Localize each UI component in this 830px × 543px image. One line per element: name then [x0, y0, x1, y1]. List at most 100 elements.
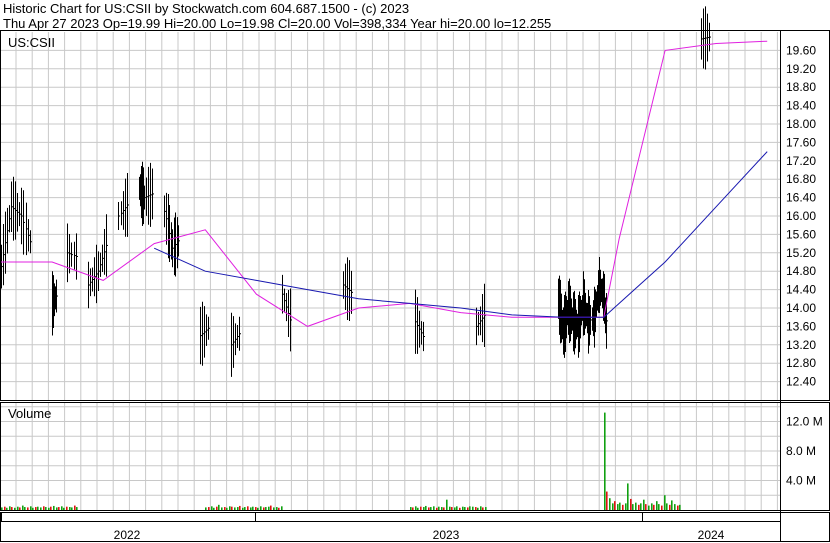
- volume-bar: [674, 504, 676, 510]
- volume-bar: [265, 507, 267, 510]
- volume-bar: [226, 507, 228, 510]
- volume-bar: [467, 507, 469, 510]
- volume-bar: [679, 504, 681, 510]
- volume-bar: [635, 502, 637, 510]
- volume-bar: [11, 507, 13, 510]
- volume-bar: [234, 507, 236, 510]
- volume-bar: [252, 506, 254, 510]
- price-tick-label: 13.20: [786, 338, 816, 352]
- volume-bar: [627, 483, 629, 510]
- volume-bar: [237, 507, 239, 510]
- price-tick-label: 18.40: [786, 99, 816, 113]
- volume-bar: [428, 507, 430, 510]
- volume-bar: [480, 506, 482, 510]
- volume-bar: [58, 507, 60, 510]
- volume-bar: [35, 507, 37, 510]
- volume-bar: [622, 504, 624, 510]
- volume-bar: [19, 507, 21, 510]
- volume-bar: [456, 506, 458, 510]
- volume-bar: [648, 505, 650, 510]
- volume-bar: [24, 507, 26, 510]
- volume-bar: [446, 499, 448, 510]
- volume-bar: [477, 507, 479, 510]
- volume-bar: [433, 506, 435, 510]
- volume-bar: [1, 507, 3, 510]
- volume-bar: [412, 507, 414, 510]
- stock-chart: US:CSII Volume 12.40 12.80 13.20 13.60 14.00…: [0, 6, 830, 542]
- volume-bar: [239, 505, 241, 510]
- volume-bar: [45, 507, 47, 510]
- volume-bar: [37, 506, 39, 510]
- chart-frame: [0, 30, 830, 542]
- volume-bar: [423, 507, 425, 510]
- volume-bar: [436, 507, 438, 510]
- volume-bar: [53, 505, 55, 510]
- moving-averages: [1, 40, 768, 327]
- volume-bar: [661, 505, 663, 510]
- year-axis-labels: 2022 2023 2024: [114, 528, 725, 542]
- volume-tick-label: 4.0 M: [786, 473, 816, 487]
- volume-bar: [609, 498, 611, 510]
- price-tick-label: 19.20: [786, 62, 816, 76]
- moving-average-short: [1, 40, 768, 327]
- price-axis-labels: 12.40 12.80 13.20 13.60 14.00 14.40 14.80 15.20…: [786, 43, 816, 388]
- volume-bar: [604, 412, 606, 510]
- volume-bar: [27, 507, 29, 510]
- volume-tick-label: 8.0 M: [786, 444, 816, 458]
- volume-bar: [32, 507, 34, 510]
- volume-bar: [671, 500, 673, 510]
- volume-bar: [451, 507, 453, 510]
- volume-axis-labels: 4.0 M 8.0 M 12.0 M: [786, 414, 823, 487]
- volume-bar: [449, 506, 451, 510]
- volume-bar: [677, 505, 679, 510]
- volume-bar: [410, 507, 412, 510]
- volume-bar: [632, 504, 634, 510]
- volume-bar: [612, 503, 614, 510]
- volume-bar: [247, 506, 249, 510]
- volume-bar: [9, 506, 11, 510]
- volume-bar: [669, 504, 671, 510]
- volume-bar: [638, 504, 640, 510]
- volume-bar: [658, 504, 660, 510]
- volume-bar: [278, 507, 280, 510]
- volume-bar: [625, 503, 627, 510]
- volume-bar: [270, 505, 272, 510]
- volume-bar: [69, 507, 71, 510]
- volume-bar: [606, 491, 608, 510]
- price-tick-label: 17.20: [786, 154, 816, 168]
- volume-bar: [205, 507, 207, 510]
- volume-bar: [231, 506, 233, 510]
- volume-bar: [257, 507, 259, 510]
- volume-bar: [651, 503, 653, 510]
- price-tick-label: 15.20: [786, 246, 816, 260]
- volume-bar: [56, 507, 58, 510]
- volume-bar: [14, 507, 16, 510]
- volume-bar: [17, 506, 19, 510]
- volume-bar: [242, 507, 244, 510]
- volume-bar: [472, 506, 474, 510]
- volume-bar: [617, 504, 619, 510]
- volume-bar: [462, 506, 464, 510]
- volume-bar: [276, 507, 278, 510]
- volume-bar: [244, 507, 246, 510]
- volume-bar: [425, 505, 427, 510]
- volume-bar: [273, 507, 275, 510]
- price-tick-label: 12.80: [786, 356, 816, 370]
- price-tick-label: 15.60: [786, 227, 816, 241]
- volume-bar: [50, 506, 52, 510]
- volume-bar: [63, 507, 65, 510]
- volume-bar: [443, 507, 445, 510]
- volume-bar: [664, 495, 666, 510]
- year-label: 2022: [114, 528, 141, 542]
- price-tick-label: 16.40: [786, 191, 816, 205]
- volume-bar: [454, 507, 456, 510]
- volume-bar: [216, 506, 218, 510]
- volume-bar: [482, 507, 484, 510]
- volume-bar: [464, 507, 466, 510]
- price-tick-label: 16.00: [786, 209, 816, 223]
- volume-bar: [263, 507, 265, 510]
- price-tick-label: 14.00: [786, 301, 816, 315]
- volume-bar: [74, 505, 76, 510]
- price-tick-label: 16.80: [786, 172, 816, 186]
- volume-bar: [415, 506, 417, 510]
